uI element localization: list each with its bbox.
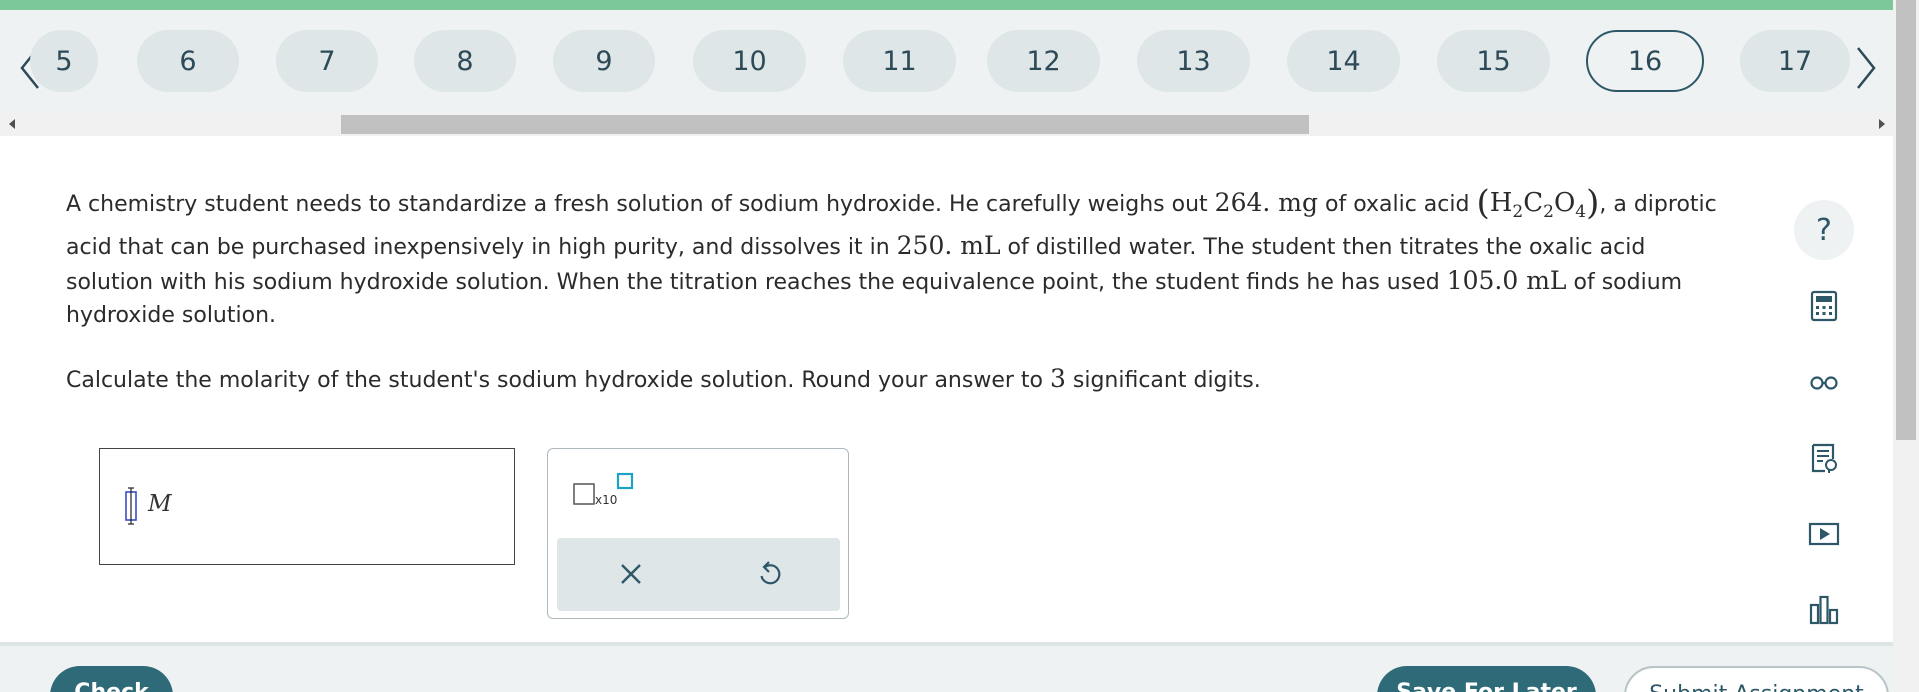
scroll-left-arrow-icon[interactable] [6,118,18,130]
answer-unit: M [148,491,172,517]
formula-subscript: 2 [1512,202,1524,223]
formula-subscript: 2 [1543,202,1554,223]
question-pill-8[interactable]: 8 [414,30,516,92]
naoh-volume-value: 105.0 mL [1446,266,1567,296]
answer-input[interactable]: M [99,448,515,565]
text-cursor-icon[interactable] [122,487,140,525]
formula-paren: ) [1586,183,1600,223]
vertical-scrollbar[interactable] [1893,0,1919,692]
scroll-right-arrow-icon[interactable] [1876,118,1888,130]
bar-chart-icon[interactable] [1794,580,1854,640]
help-label: ? [1816,212,1832,248]
horizontal-scrollbar[interactable] [0,113,1893,136]
chevron-right-icon[interactable] [1846,38,1886,98]
formula-element: O [1553,188,1576,218]
problem-question: Calculate the molarity of the student's … [66,362,1726,397]
water-volume-value: 250. mL [896,231,1001,261]
undo-icon[interactable] [751,556,787,592]
footer-bar: Check Save For Later Submit Assignment [0,642,1893,692]
question-pill-12[interactable]: 12 [987,30,1100,92]
scientific-notation-button[interactable]: x10 [572,471,636,511]
progress-top-bar [0,0,1919,10]
sci-label: x10 [595,493,617,507]
video-icon[interactable] [1794,504,1854,564]
help-icon[interactable]: ? [1794,200,1854,260]
question-text: significant digits. [1065,368,1261,394]
question-pill-10[interactable]: 10 [693,30,806,92]
math-tool-panel: x10 [547,448,849,619]
question-pill-17[interactable]: 17 [1740,30,1850,92]
problem-statement: A chemistry student needs to standardize… [66,186,1726,427]
problem-paragraph: A chemistry student needs to standardize… [66,186,1726,332]
close-icon[interactable] [613,556,649,592]
mass-value: 264. mg [1214,188,1318,217]
formula-paren: ( [1476,183,1490,223]
save-for-later-button[interactable]: Save For Later [1377,666,1596,692]
check-button[interactable]: Check [50,666,173,692]
formula-element: H [1489,188,1513,218]
formula-subscript: 4 [1575,202,1587,223]
glasses-icon[interactable] [1794,352,1854,412]
question-pill-9[interactable]: 9 [553,30,655,92]
question-pill-16-current[interactable]: 16 [1586,30,1704,92]
horizontal-scrollbar-thumb[interactable] [341,115,1309,134]
notes-icon[interactable] [1794,428,1854,488]
question-pill-15[interactable]: 15 [1437,30,1550,92]
question-pill-6[interactable]: 6 [137,30,239,92]
submit-assignment-button[interactable]: Submit Assignment [1624,666,1889,692]
calculator-icon[interactable] [1794,276,1854,336]
question-pill-7[interactable]: 7 [276,30,378,92]
tool-actions-bar [557,538,840,611]
sig-figs-value: 3 [1049,364,1066,394]
question-pill-11[interactable]: 11 [843,30,956,92]
question-pill-14[interactable]: 14 [1287,30,1400,92]
problem-text: of oxalic acid [1318,192,1477,217]
question-pill-13[interactable]: 13 [1137,30,1250,92]
question-text: Calculate the molarity of the student's … [66,368,1050,394]
oxalic-acid-formula: (H2C2O4) [1476,186,1599,222]
formula-element: C [1523,188,1544,218]
question-pill-5[interactable]: 5 [30,30,98,92]
problem-text: A chemistry student needs to standardize… [66,192,1215,217]
vertical-scrollbar-thumb[interactable] [1896,0,1916,440]
